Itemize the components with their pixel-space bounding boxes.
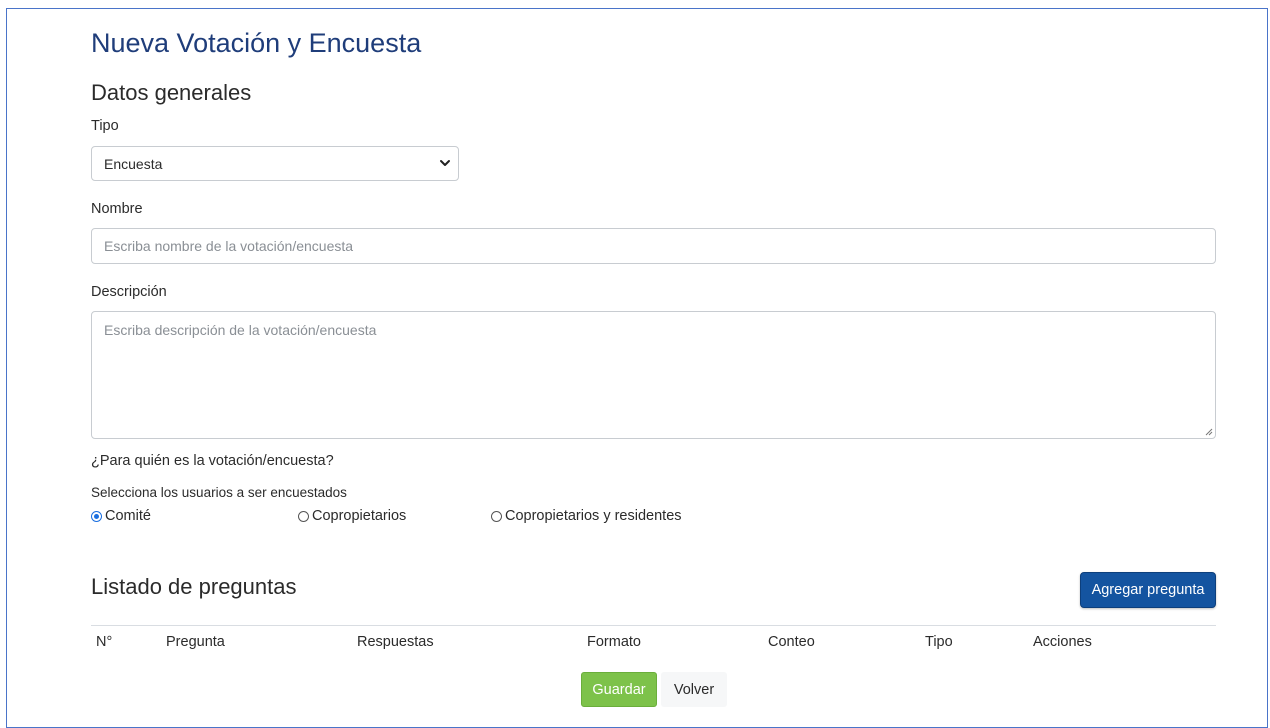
column-header-numero: N° (96, 634, 113, 650)
nombre-placeholder: Escriba nombre de la votación/encuesta (104, 238, 354, 254)
column-header-conteo: Conteo (768, 634, 815, 650)
tipo-label: Tipo (91, 118, 119, 134)
column-header-tipo: Tipo (925, 634, 953, 650)
nombre-input[interactable]: Escriba nombre de la votación/encuesta (91, 228, 1216, 264)
section-title-general: Datos generales (91, 80, 252, 105)
nombre-label: Nombre (91, 201, 143, 217)
radio-comite-control[interactable] (91, 510, 102, 522)
column-header-respuestas: Respuestas (357, 634, 434, 650)
descripcion-placeholder: Escriba descripción de la votación/encue… (104, 322, 377, 338)
add-question-button[interactable]: Agregar pregunta (1080, 572, 1216, 608)
radio-comite[interactable]: Comité (91, 508, 151, 524)
descripcion-textarea[interactable]: Escriba descripción de la votación/encue… (91, 311, 1216, 439)
section-title-questions: Listado de preguntas (91, 574, 297, 599)
radio-copropietarios[interactable]: Copropietarios (298, 508, 406, 524)
radio-copropietarios-residentes[interactable]: Copropietarios y residentes (491, 508, 682, 524)
table-divider (91, 625, 1216, 626)
radio-copropietarios-label: Copropietarios (312, 508, 407, 524)
radio-copropietarios-control[interactable] (298, 510, 309, 522)
tipo-select[interactable]: Encuesta (91, 146, 459, 181)
audience-question: ¿Para quién es la votación/encuesta? (91, 453, 334, 469)
save-button[interactable]: Guardar (581, 672, 657, 707)
tipo-select-value: Encuesta (104, 155, 163, 172)
column-header-pregunta: Pregunta (166, 634, 225, 650)
descripcion-label: Descripción (91, 284, 167, 300)
column-header-acciones: Acciones (1033, 634, 1092, 650)
chevron-down-icon (440, 160, 450, 166)
radio-comite-label: Comité (105, 508, 151, 524)
page-title: Nueva Votación y Encuesta (91, 28, 422, 58)
radio-copropietarios-residentes-control[interactable] (491, 510, 502, 522)
radio-copropietarios-residentes-label: Copropietarios y residentes (505, 508, 682, 524)
audience-helper: Selecciona los usuarios a ser encuestado… (91, 485, 347, 500)
column-header-formato: Formato (587, 634, 641, 650)
back-button[interactable]: Volver (661, 672, 727, 707)
resize-grip-icon[interactable] (1203, 426, 1213, 436)
